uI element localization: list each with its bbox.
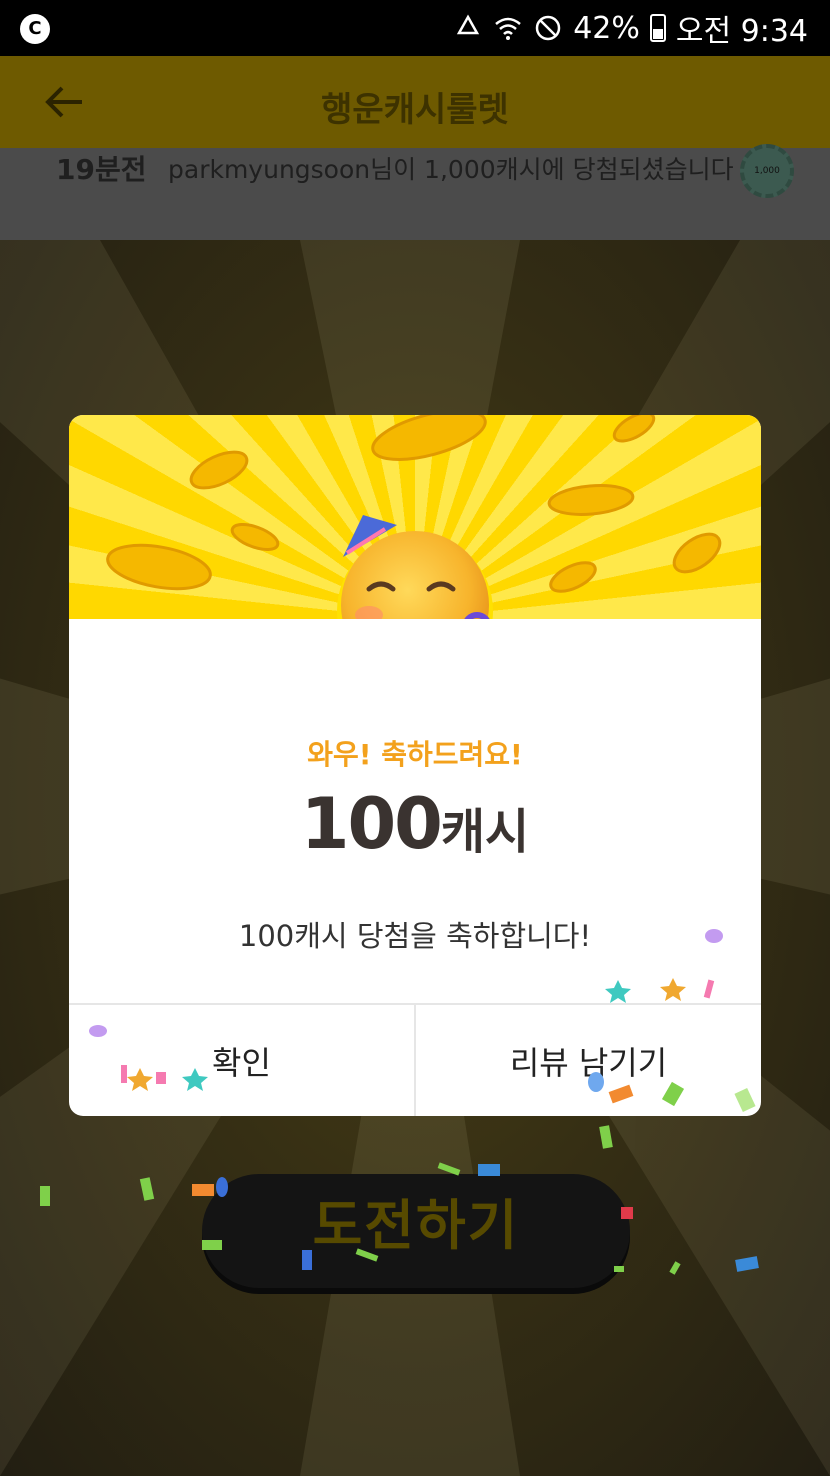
leave-review-button[interactable]: 리뷰 남기기 <box>414 1005 761 1116</box>
win-dialog: 와우! 축하드려요! 100캐시 100캐시 당첨을 축하합니다! 확인 리뷰 … <box>69 415 761 1116</box>
challenge-button-label: 도전하기 <box>312 1194 520 1257</box>
status-right-cluster: 42% 오전 9:34 <box>453 8 808 49</box>
battery-percent: 42% <box>573 10 640 46</box>
recycle-icon <box>457 14 480 35</box>
dialog-button-row: 확인 리뷰 남기기 <box>69 1003 761 1116</box>
do-not-disturb-icon <box>535 15 561 41</box>
dialog-header <box>69 415 761 619</box>
page-title: 행운캐시룰렛 <box>321 90 509 130</box>
wifi-icon <box>495 17 522 40</box>
challenge-button[interactable]: 도전하기 <box>202 1174 630 1288</box>
partying-face-icon <box>341 515 490 619</box>
prize-amount-unit: 캐시 <box>440 804 530 860</box>
confirm-button[interactable]: 확인 <box>69 1005 414 1116</box>
battery-icon <box>649 14 666 42</box>
status-app-badge: C <box>20 14 50 44</box>
ticker-message: parkmyungsoon님이 1,000캐시에 당첨되셨습니다 <box>168 155 734 184</box>
ticker-time: 19분전 <box>56 153 147 186</box>
prize-amount-value: 100 <box>300 783 443 865</box>
status-time: 오전 9:34 <box>675 14 808 49</box>
congrats-headline: 와우! 축하드려요! <box>307 738 523 771</box>
app-bar: 행운캐시룰렛 <box>0 56 830 148</box>
status-bar: C 42% 오전 9:34 <box>0 0 830 56</box>
winner-ticker: 19분전 parkmyungsoon님이 1,000캐시에 당첨되셨습니다 1,… <box>0 144 830 240</box>
cash-chip-icon: 1,000 <box>740 144 794 198</box>
prize-message: 100캐시 당첨을 축하합니다! <box>238 919 592 953</box>
prize-amount: 100캐시 <box>69 783 761 865</box>
